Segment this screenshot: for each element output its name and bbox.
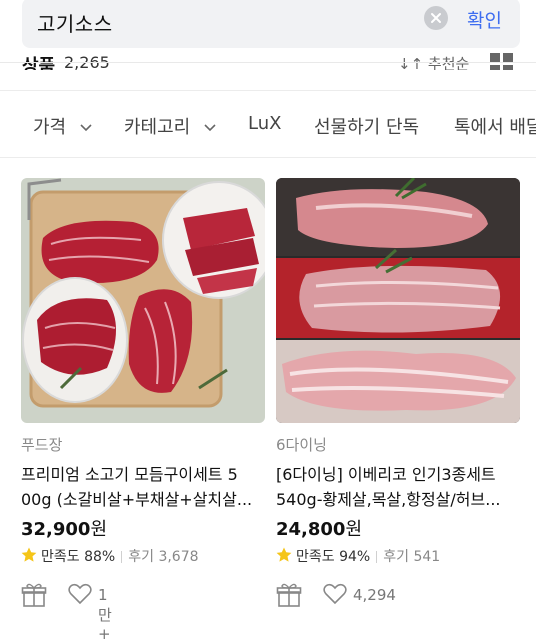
price-currency: 원 bbox=[345, 519, 363, 540]
chevron-down-icon bbox=[204, 124, 216, 132]
close-icon bbox=[431, 13, 441, 23]
gift-icon[interactable] bbox=[21, 582, 47, 608]
filter-category[interactable]: 카테고리 bbox=[124, 113, 216, 139]
filter-price[interactable]: 가격 bbox=[33, 113, 92, 139]
satisfaction-label: 만족도 bbox=[296, 549, 335, 565]
result-label: 상품 bbox=[22, 56, 56, 70]
product-title-line: 00g (소갈비살+부채살+살치살... bbox=[21, 490, 253, 509]
filter-bar: 가격 카테고리 LuX 선물하기 단독 톡에서 배달 bbox=[0, 90, 536, 158]
product-image[interactable] bbox=[276, 178, 520, 423]
product-card[interactable]: 푸드장 프리미엄 소고기 모듬구이세트 5 00g (소갈비살+부채살+살치살.… bbox=[21, 178, 265, 640]
product-image[interactable] bbox=[21, 178, 265, 423]
filter-talk-delivery[interactable]: 톡에서 배달 bbox=[454, 113, 536, 139]
review-label: 후기 bbox=[383, 549, 409, 565]
product-title-line: 프리미엄 소고기 모듬구이세트 5 bbox=[21, 465, 238, 484]
review-count: 541 bbox=[413, 549, 441, 565]
price-value: 32,900 bbox=[21, 519, 91, 540]
search-input[interactable]: 고기소스 bbox=[37, 8, 113, 37]
confirm-button[interactable]: 확인 bbox=[467, 6, 502, 33]
review-label: 후기 bbox=[128, 549, 154, 565]
heart-icon[interactable] bbox=[68, 583, 92, 605]
star-icon bbox=[276, 547, 292, 562]
product-title-line: 540g-황제살,목살,항정살/허브... bbox=[276, 490, 501, 509]
filter-gift-exclusive[interactable]: 선물하기 단독 bbox=[314, 113, 419, 139]
price-value: 24,800 bbox=[276, 519, 346, 540]
product-title-line: [6다이닝] 이베리코 인기3종세트 bbox=[276, 465, 496, 484]
divider bbox=[121, 551, 123, 563]
heart-icon[interactable] bbox=[323, 583, 347, 605]
product-card[interactable]: 6다이닝 [6다이닝] 이베리코 인기3종세트 540g-황제살,목살,항정살/… bbox=[276, 178, 520, 607]
satisfaction-value: 94% bbox=[339, 549, 371, 565]
beef-set-photo bbox=[21, 178, 265, 423]
rating-row: 만족도 94% 후기 541 bbox=[276, 546, 440, 566]
filter-category-label: 카테고리 bbox=[124, 117, 191, 138]
rating-row: 만족도 88% 후기 3,678 bbox=[21, 546, 199, 566]
product-seller[interactable]: 6다이닝 bbox=[276, 434, 327, 455]
gift-icon[interactable] bbox=[276, 582, 302, 608]
filter-lux[interactable]: LuX bbox=[248, 113, 281, 134]
filter-price-label: 가격 bbox=[33, 117, 67, 138]
product-seller[interactable]: 푸드장 bbox=[21, 434, 62, 455]
review-count: 3,678 bbox=[158, 549, 199, 565]
clear-search-button[interactable] bbox=[424, 6, 448, 30]
chevron-down-icon bbox=[80, 124, 92, 132]
star-icon bbox=[21, 547, 37, 562]
product-price: 24,800원 bbox=[276, 515, 362, 541]
product-title[interactable]: 프리미엄 소고기 모듬구이세트 5 00g (소갈비살+부채살+살치살... bbox=[21, 462, 265, 512]
satisfaction-value: 88% bbox=[84, 549, 116, 565]
iberico-set-photo bbox=[276, 178, 520, 423]
result-summary: 상품 2,265 ↓↑ 추천순 bbox=[0, 46, 536, 70]
header-divider bbox=[0, 62, 536, 63]
product-title[interactable]: [6다이닝] 이베리코 인기3종세트 540g-황제살,목살,항정살/허브... bbox=[276, 462, 520, 512]
search-box[interactable]: 고기소스 확인 bbox=[22, 0, 520, 48]
satisfaction-label: 만족도 bbox=[41, 549, 80, 565]
like-count: 1만+ bbox=[98, 586, 112, 640]
product-price: 32,900원 bbox=[21, 515, 107, 541]
price-currency: 원 bbox=[90, 519, 108, 540]
divider bbox=[376, 551, 378, 563]
like-count: 4,294 bbox=[353, 586, 396, 604]
